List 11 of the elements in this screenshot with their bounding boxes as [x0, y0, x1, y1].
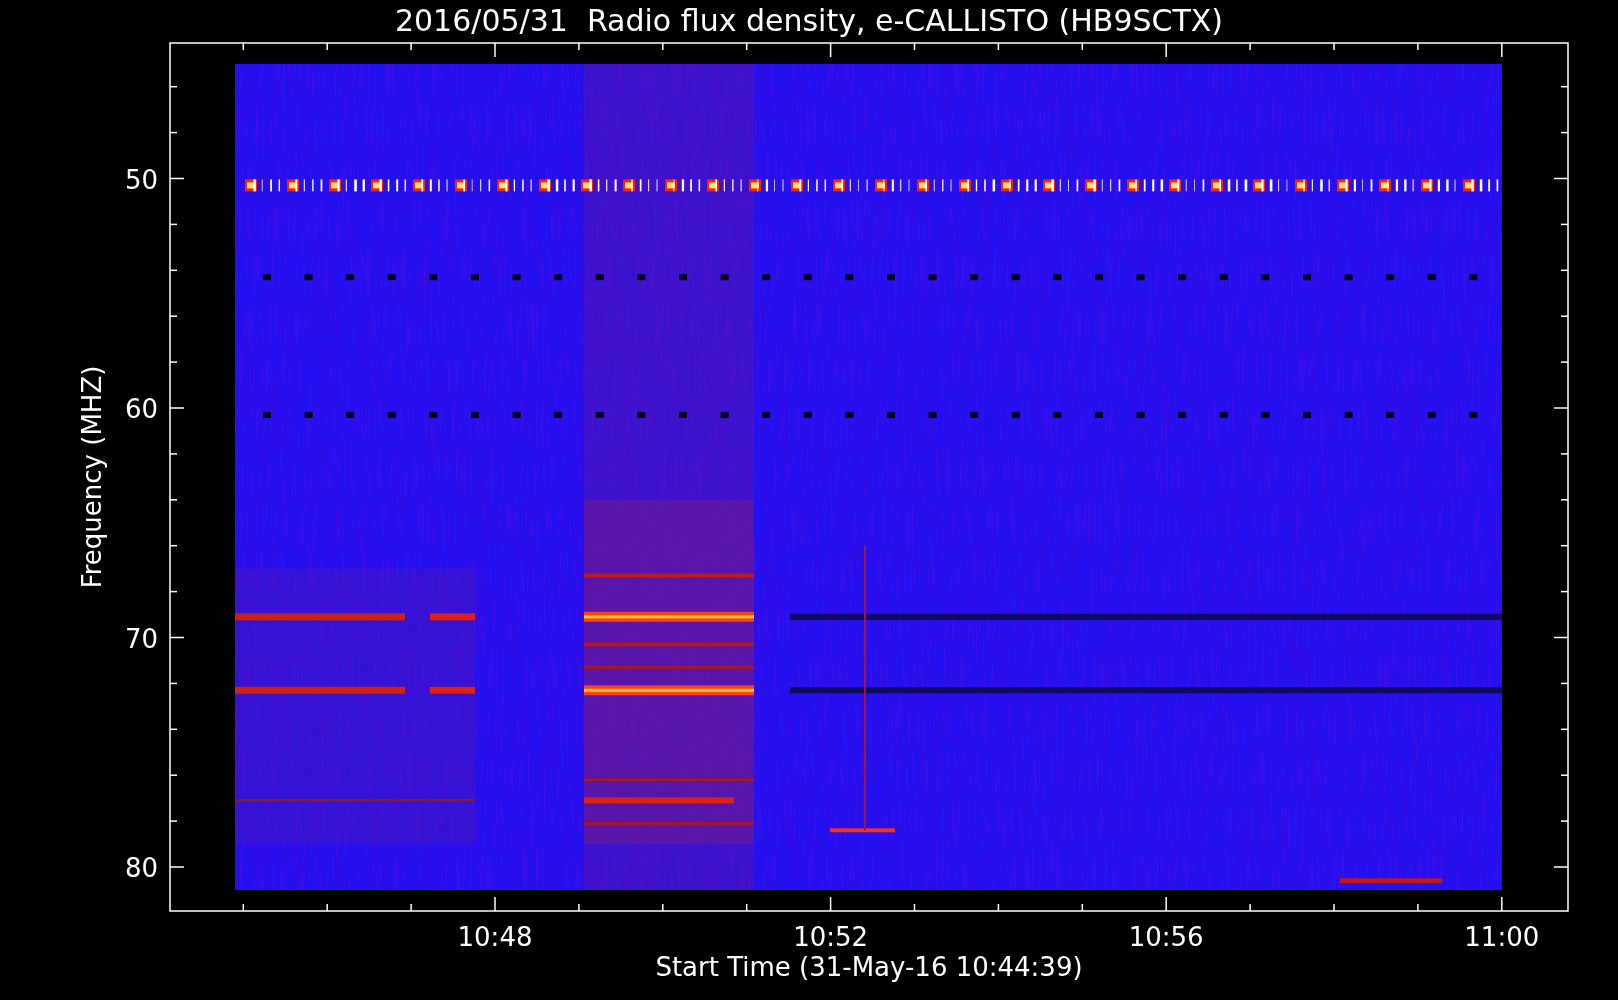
axis-label: Start Time (31-May-16 10:44:39) — [655, 952, 1083, 982]
tick-label: 60 — [124, 394, 158, 424]
axis-label: Frequency (MHZ) — [77, 365, 107, 589]
tick-label: 10:48 — [457, 922, 533, 952]
tick-label: 80 — [124, 853, 158, 883]
chart-title: 2016/05/31 Radio flux density, e-CALLISTO (HB9SCTX) — [394, 3, 1224, 38]
tick-label: 50 — [124, 164, 158, 195]
tick-label: 10:56 — [1128, 922, 1204, 952]
tick-label: 70 — [124, 623, 158, 654]
tick-label: 11:00 — [1464, 922, 1540, 952]
tick-label: 10:52 — [793, 922, 869, 952]
